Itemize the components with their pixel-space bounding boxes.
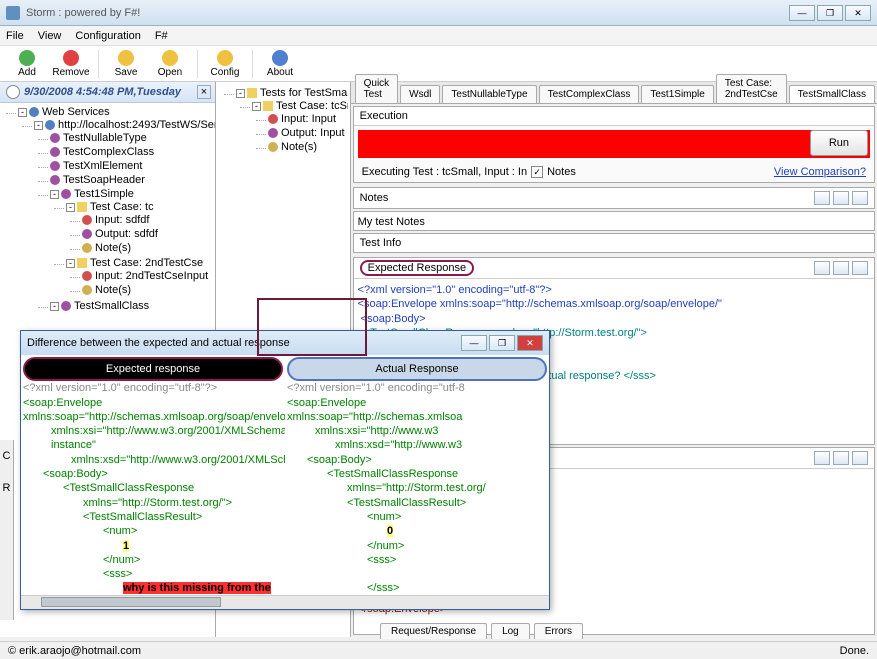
diff-scrollbar[interactable] — [21, 595, 549, 609]
diff-expected-header: Expected response — [23, 357, 283, 381]
execution-header: Execution — [354, 107, 874, 126]
tree-expander[interactable]: - — [34, 121, 43, 130]
tree-expander[interactable]: - — [236, 89, 245, 98]
notes-icon — [82, 243, 92, 253]
folder-icon — [77, 202, 87, 212]
output-icon — [82, 229, 92, 239]
tab-wsdl[interactable]: Wsdl — [400, 85, 440, 103]
view-comparison-link[interactable]: View Comparison? — [774, 166, 866, 178]
folder-icon — [77, 258, 87, 268]
clock-icon — [6, 85, 20, 99]
diff-actual-header: Actual Response — [287, 357, 547, 381]
method-icon — [61, 189, 71, 199]
link-icon — [45, 120, 55, 130]
expected-response-header: Expected Response — [360, 260, 474, 276]
notes-icon — [82, 285, 92, 295]
tab-request-response[interactable]: Request/Response — [380, 623, 487, 639]
tree-expander[interactable]: - — [66, 259, 75, 268]
tool-button[interactable] — [852, 261, 868, 275]
menu-fsharp[interactable]: F# — [155, 30, 168, 42]
tab-smallclass[interactable]: TestSmallClass — [789, 85, 875, 103]
tool-button[interactable] — [814, 261, 830, 275]
diff-window-title: Difference between the expected and actu… — [27, 337, 290, 349]
tool-button[interactable] — [833, 451, 849, 465]
notes-icon — [268, 142, 278, 152]
remove-button[interactable]: Remove — [50, 48, 92, 80]
status-email: © erik.araojo@hotmail.com — [8, 645, 141, 657]
minimize-button[interactable]: — — [789, 5, 815, 21]
tool-button[interactable] — [852, 191, 868, 205]
timestamp-label: 9/30/2008 4:54:48 PM,Tuesday — [24, 86, 181, 98]
method-icon — [50, 133, 60, 143]
tab-errors[interactable]: Errors — [534, 623, 583, 639]
save-button[interactable]: Save — [105, 48, 147, 80]
tab-nullable[interactable]: TestNullableType — [442, 85, 536, 103]
maximize-button[interactable]: ❐ — [817, 5, 843, 21]
side-label-r: R — [3, 482, 11, 494]
tree-expander[interactable]: - — [252, 102, 261, 111]
execution-progress — [358, 130, 870, 158]
notes-checkbox[interactable]: ✓ — [531, 166, 543, 178]
tool-button[interactable] — [833, 261, 849, 275]
tab-complex[interactable]: TestComplexClass — [539, 85, 640, 103]
tree-expander[interactable]: - — [50, 302, 59, 311]
about-button[interactable]: About — [259, 48, 301, 80]
method-icon — [50, 161, 60, 171]
tab-2ndtest[interactable]: Test Case: 2ndTestCse — [716, 74, 787, 103]
diff-window[interactable]: Difference between the expected and actu… — [20, 330, 550, 610]
tab-log[interactable]: Log — [491, 623, 530, 639]
diff-maximize-button[interactable]: ❐ — [489, 335, 515, 351]
add-button[interactable]: Add — [6, 48, 48, 80]
method-icon — [50, 147, 60, 157]
diff-minimize-button[interactable]: — — [461, 335, 487, 351]
folder-icon — [247, 88, 257, 98]
diff-expected-column[interactable]: Expected response <?xml version="1.0" en… — [21, 355, 285, 595]
open-button[interactable]: Open — [149, 48, 191, 80]
panel-close-button[interactable]: × — [197, 85, 211, 99]
run-button[interactable]: Run — [810, 130, 868, 156]
tree-expander[interactable]: - — [50, 190, 59, 199]
tree-expander[interactable]: - — [66, 203, 75, 212]
globe-icon — [29, 107, 39, 117]
tab-simple[interactable]: Test1Simple — [641, 85, 713, 103]
menu-file[interactable]: File — [6, 30, 24, 42]
config-button[interactable]: Config — [204, 48, 246, 80]
input-icon — [82, 215, 92, 225]
testinfo-header: Test Info — [360, 237, 402, 249]
menu-view[interactable]: View — [38, 30, 62, 42]
folder-icon — [263, 101, 273, 111]
status-done: Done. — [840, 645, 869, 657]
diff-close-button[interactable]: ✕ — [517, 335, 543, 351]
notes-header: Notes — [360, 192, 389, 204]
execution-status: Executing Test : tcSmall, Input : In — [362, 166, 528, 178]
method-icon — [61, 301, 71, 311]
tool-button[interactable] — [852, 451, 868, 465]
method-icon — [50, 175, 60, 185]
tests-tree[interactable]: -Tests for TestSmallClass -Test Case: tc… — [218, 84, 348, 158]
close-button[interactable]: ✕ — [845, 5, 871, 21]
notes-label: Notes — [547, 166, 576, 178]
input-icon — [82, 271, 92, 281]
input-icon — [268, 114, 278, 124]
notes-textarea[interactable]: My test Notes — [353, 211, 875, 231]
app-icon — [6, 6, 20, 20]
tool-button[interactable] — [814, 191, 830, 205]
output-icon — [268, 128, 278, 138]
side-label-c: C — [3, 450, 11, 462]
tool-button[interactable] — [814, 451, 830, 465]
tab-quick-test[interactable]: Quick Test — [355, 74, 399, 103]
menu-configuration[interactable]: Configuration — [75, 30, 140, 42]
tree-expander[interactable]: - — [18, 108, 27, 117]
window-title: Storm : powered by F#! — [26, 7, 789, 19]
tool-button[interactable] — [833, 191, 849, 205]
diff-actual-column[interactable]: Actual Response <?xml version="1.0" enco… — [285, 355, 549, 595]
